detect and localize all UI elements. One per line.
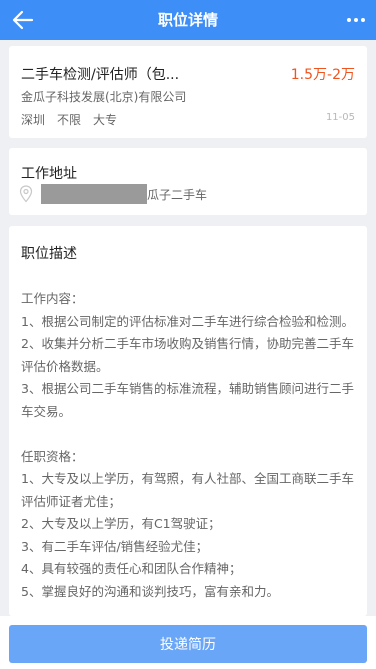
- salary: 1.5万-2万: [290, 67, 355, 83]
- desc-spacer: [21, 423, 355, 446]
- address-card[interactable]: 工作地址 瓜子二手车: [9, 148, 367, 215]
- desc-line: 工作内容：: [21, 291, 84, 306]
- bottom-bar: 投递简历: [0, 616, 376, 669]
- address-text: 瓜子二手车: [147, 187, 208, 202]
- desc-line: 3、有二手车评估/销售经验尤佳；: [21, 538, 209, 554]
- desc-line: 3、根据公司二手车销售的标准流程，辅助销售顾问进行二手车交易。: [21, 381, 354, 419]
- more-dots-icon: [347, 18, 351, 22]
- top-bar: 职位详情: [0, 0, 376, 40]
- description-card: 职位描述 工作内容： 1、根据公司制定的评估标准对二手车进行综合检验和检测。 2…: [9, 226, 367, 616]
- apply-button[interactable]: 投递简历: [9, 625, 367, 663]
- desc-line: 2、大专及以上学历，有C1驾驶证；: [21, 516, 221, 531]
- address-title: 工作地址: [21, 166, 77, 182]
- desc-line: 1、根据公司制定的评估标准对二手车进行综合检验和检测。: [21, 313, 354, 329]
- tag-education: 大专: [93, 113, 118, 127]
- description-title: 职位描述: [21, 246, 77, 262]
- desc-line: 1、大专及以上学历，有驾照，有人社部、全国工商联二手车评估师证者尤佳；: [21, 471, 354, 509]
- job-tags: 深圳 不限 大专: [21, 111, 117, 128]
- more-button[interactable]: [344, 8, 368, 32]
- job-title: 二手车检测/评估师（包...: [21, 67, 180, 83]
- redacted-address: [41, 184, 147, 204]
- location-pin-icon: [19, 185, 33, 203]
- company-name[interactable]: 金瓜子科技发展(北京)有限公司: [21, 88, 186, 105]
- post-date: 11-05: [325, 112, 355, 123]
- tag-city: 深圳: [21, 113, 46, 127]
- desc-line: 任职资格：: [21, 448, 84, 464]
- desc-line: 5、掌握良好的沟通和谈判技巧，富有亲和力。: [21, 583, 279, 599]
- description-body: 工作内容： 1、根据公司制定的评估标准对二手车进行综合检验和检测。 2、收集并分…: [21, 288, 355, 603]
- tag-experience: 不限: [57, 113, 82, 127]
- desc-line: 2、收集并分析二手车市场收购及销售行情，协助完善二手车评估价格数据。: [21, 336, 354, 374]
- desc-line: 4、具有较强的责任心和团队合作精神；: [21, 561, 242, 576]
- address-row: 瓜子二手车: [19, 184, 207, 204]
- job-summary-card: 二手车检测/评估师（包... 1.5万-2万 金瓜子科技发展(北京)有限公司 深…: [9, 46, 367, 138]
- page-title: 职位详情: [157, 11, 218, 29]
